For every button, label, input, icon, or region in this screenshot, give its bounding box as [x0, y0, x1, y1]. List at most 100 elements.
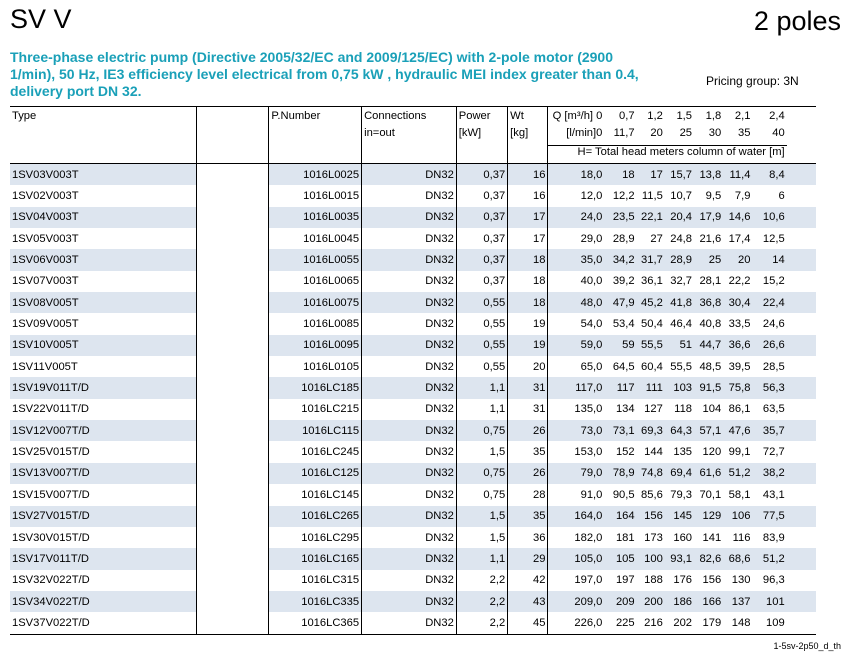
head-cell: 152 [615, 446, 635, 459]
head-cell: 43,1 [762, 488, 785, 501]
type-cell: 1SV15V007T/D [12, 488, 90, 501]
head-cell: 202 [664, 612, 695, 635]
spacer-cell [787, 356, 816, 377]
head-cell: 69,4 [664, 462, 695, 485]
weight-cell: 18 [507, 292, 548, 314]
type-cell: 1SV19V011T/D [10, 377, 197, 399]
head-cell: 55,5 [636, 334, 665, 357]
head-cell: 44,7 [694, 334, 724, 357]
weight-cell: 43 [507, 590, 548, 613]
pnumber-cell: 1016LC295 [268, 526, 362, 549]
head-cell: 27 [650, 232, 663, 245]
head-cell: 186 [664, 590, 695, 613]
col-power: Power [455, 106, 508, 127]
head-cell: 22,4 [752, 292, 787, 314]
head-cell: 156 [702, 574, 722, 587]
gap-cell [195, 228, 269, 250]
head-cell: 100 [636, 548, 665, 570]
head-cell: 166 [694, 590, 724, 613]
head-cell: 105 [604, 548, 637, 570]
col-wt: Wt [507, 106, 548, 127]
head-cell: 15,2 [762, 275, 785, 288]
head-cell: 51,2 [723, 462, 753, 485]
type-cell: 1SV04V003T [10, 206, 197, 229]
type-cell: 1SV02V003T [12, 190, 79, 203]
table-row: 1SV06V003T 1016L0055 DN32 0,37 18 35,0 34,2 31,… [10, 249, 816, 271]
type-cell: 1SV11V005T [12, 360, 78, 373]
pnumber-cell: 1016LC335 [268, 590, 362, 613]
head-cell: 12,2 [612, 190, 635, 203]
head-cell: 63,5 [762, 403, 785, 416]
type-cell: 1SV06V003T [10, 249, 197, 271]
pnumber-cell: 1016L0075 [268, 292, 362, 314]
head-cell: 90,5 [612, 488, 635, 501]
spacer-cell [787, 484, 816, 505]
weight-cell: 16 [507, 185, 548, 207]
head-cell: 197 [615, 574, 635, 587]
head-cell: 144 [644, 446, 663, 459]
type-cell: 1SV09V005T [12, 318, 79, 331]
gap-cell [195, 569, 269, 591]
pnumber-cell: 1016LC145 [268, 484, 362, 506]
head-cell: 127 [644, 403, 663, 416]
head-cell: 160 [673, 531, 693, 544]
weight-cell: 36 [507, 526, 548, 549]
gap-cell [195, 292, 269, 314]
q-m3h-value: 2,1 [723, 106, 753, 127]
head-cell: 83,9 [762, 531, 785, 544]
head-cell: 32,7 [670, 275, 693, 288]
gap-cell [195, 313, 269, 335]
head-cell: 10,6 [752, 206, 787, 229]
head-cell: 39,5 [728, 360, 751, 373]
power-cell: 0,75 [455, 484, 508, 506]
spacer-cell [786, 548, 816, 570]
head-cell: 68,6 [723, 548, 753, 570]
head-cell: 38,2 [752, 462, 787, 485]
head-cell: 109 [752, 612, 787, 635]
head-cell: 17 [636, 163, 665, 186]
head-cell: 135,0 [547, 398, 605, 421]
head-cell: 141 [702, 531, 722, 544]
product-description: Three-phase electric pump (Directive 200… [10, 49, 639, 99]
head-cell: 153,0 [547, 441, 605, 463]
head-cell: 197,0 [547, 569, 605, 591]
q-lmin-value: 40 [772, 127, 785, 139]
weight-cell: 17 [507, 228, 548, 250]
spacer-cell [786, 334, 816, 357]
gap-cell [195, 590, 269, 613]
q-lmin-value: 20 [650, 127, 663, 139]
pnumber-cell: 1016L0045 [268, 228, 362, 250]
type-cell: 1SV27V015T/D [10, 505, 197, 527]
head-cell: 104 [702, 403, 722, 416]
spacer-cell [787, 271, 816, 292]
head-cell: 28,9 [664, 249, 695, 271]
head-cell: 79,0 [547, 462, 605, 485]
head-cell: 117,0 [547, 377, 605, 399]
spacer-cell [787, 313, 816, 334]
type-cell: 1SV37V022T/D [10, 612, 197, 635]
head-cell: 82,6 [694, 548, 724, 570]
spacer-cell [787, 399, 816, 420]
gap-cell [195, 612, 269, 635]
head-cell: 36,1 [641, 275, 663, 288]
weight-cell: 16 [507, 163, 548, 186]
type-cell: 1SV08V005T [10, 292, 197, 314]
power-cell: 0,37 [455, 206, 508, 229]
head-cell: 40,8 [699, 318, 722, 331]
head-cell: 17,9 [694, 206, 724, 229]
q-m3h-value: 1,8 [694, 106, 724, 127]
head-cell: 91,5 [694, 377, 724, 399]
head-cell: 59,0 [547, 334, 605, 357]
head-cell: 36,8 [694, 292, 724, 314]
type-cell: 1SV30V015T/D [12, 531, 90, 544]
weight-cell: 42 [507, 569, 548, 591]
head-cell: 70,1 [699, 488, 722, 501]
head-cell: 56,3 [752, 377, 787, 399]
head-cell: 12,5 [762, 232, 785, 245]
spacer-cell [787, 185, 816, 206]
connection-cell: DN32 [361, 163, 457, 186]
power-cell: 1,1 [455, 548, 508, 570]
pnumber-cell: 1016L0025 [268, 163, 362, 186]
head-cell: 64,3 [664, 420, 695, 442]
head-cell: 39,2 [612, 275, 635, 288]
